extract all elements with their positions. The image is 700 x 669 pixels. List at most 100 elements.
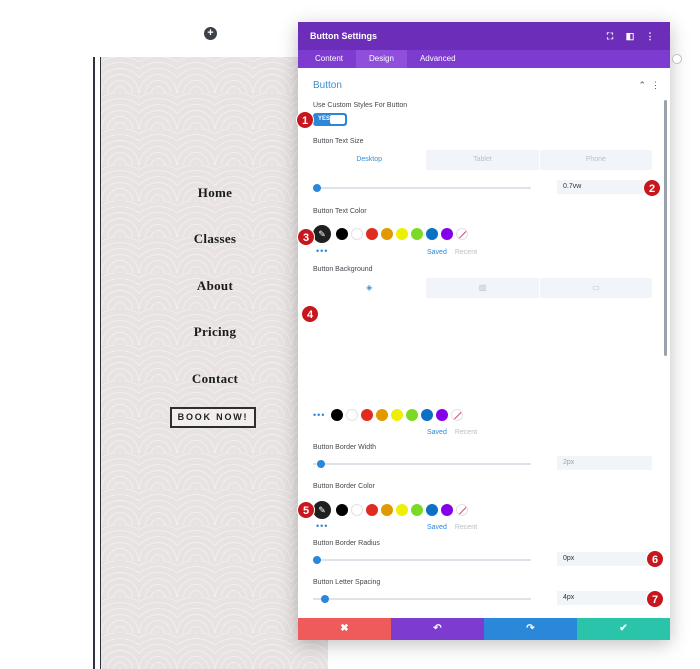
tab-advanced[interactable]: Advanced <box>407 50 469 68</box>
section-title[interactable]: Button <box>313 80 342 91</box>
swatch-black[interactable] <box>336 228 348 240</box>
border-radius-slider[interactable] <box>313 556 531 564</box>
slider-thumb[interactable] <box>321 595 329 603</box>
background-image-icon[interactable]: ▭ <box>538 278 652 298</box>
modal-tabs: Content Design Advanced <box>298 50 670 68</box>
swatch-red[interactable] <box>366 228 378 240</box>
tab-design[interactable]: Design <box>356 50 407 68</box>
swatch-yellow[interactable] <box>396 228 408 240</box>
device-tab-tablet[interactable]: Tablet <box>425 150 538 170</box>
slider-thumb[interactable] <box>313 556 321 564</box>
drag-handle-icon[interactable] <box>672 54 682 64</box>
border-width-input[interactable]: 2px <box>557 456 652 470</box>
callout-badge: 3 <box>297 228 315 246</box>
nav-item-about[interactable]: About <box>110 278 320 294</box>
swatch-black[interactable] <box>331 409 344 421</box>
palette-tabs: Saved Recent <box>427 249 477 256</box>
swatch-yellow[interactable] <box>391 409 404 421</box>
save-check-icon[interactable]: ✔ <box>577 618 670 640</box>
nav-item-pricing[interactable]: Pricing <box>110 324 320 340</box>
background-gradient-icon[interactable]: ▨ <box>425 278 538 298</box>
swatch-yellow[interactable] <box>396 504 408 516</box>
swatch-white[interactable] <box>351 228 363 240</box>
swatch-black[interactable] <box>336 504 348 516</box>
callout-badge: 1 <box>296 111 314 129</box>
border-width-slider[interactable] <box>313 460 531 468</box>
swatch-white[interactable] <box>346 409 359 421</box>
slider-thumb[interactable] <box>313 184 321 192</box>
swatch-blue[interactable] <box>426 228 438 240</box>
fullscreen-icon[interactable]: ⛶ <box>602 31 618 42</box>
border-color-swatches: ✎ <box>313 501 471 519</box>
swatch-purple[interactable] <box>436 409 449 421</box>
scrollbar[interactable] <box>664 100 667 356</box>
book-now-button[interactable]: BOOK NOW! <box>170 407 256 428</box>
more-colors-icon[interactable]: ••• <box>316 246 328 256</box>
custom-styles-toggle[interactable]: YES <box>313 113 347 126</box>
text-color-swatches: ✎ <box>313 225 471 243</box>
swatch-orange[interactable] <box>381 228 393 240</box>
nav-item-contact[interactable]: Contact <box>110 371 320 387</box>
tab-content[interactable]: Content <box>302 50 356 68</box>
sidebar-icon[interactable]: ◧ <box>622 31 638 42</box>
recent-tab[interactable]: Recent <box>455 429 477 436</box>
recent-tab[interactable]: Recent <box>455 524 477 531</box>
border-radius-label: Button Border Radius <box>313 540 380 547</box>
text-size-slider[interactable] <box>313 184 531 192</box>
saved-tab[interactable]: Saved <box>427 249 447 256</box>
swatch-green[interactable] <box>411 504 423 516</box>
nav-item-classes[interactable]: Classes <box>110 231 320 247</box>
callout-badge: 7 <box>646 590 664 608</box>
section-controls[interactable]: ⌃ ⋮ <box>638 80 660 91</box>
more-colors-icon[interactable]: ••• <box>316 521 328 531</box>
redo-icon[interactable]: ↷ <box>484 618 577 640</box>
swatch-orange[interactable] <box>381 504 393 516</box>
background-color-swatches: ••• <box>313 406 466 424</box>
nav-item-home[interactable]: Home <box>110 185 320 201</box>
recent-tab[interactable]: Recent <box>455 249 477 256</box>
modal-footer: ✖ ↶ ↷ ✔ <box>298 618 670 640</box>
swatch-orange[interactable] <box>376 409 389 421</box>
custom-styles-label: Use Custom Styles For Button <box>313 102 408 109</box>
text-color-label: Button Text Color <box>313 208 367 215</box>
background-type-tabs: ◈ ▨ ▭ <box>313 278 652 298</box>
eyedropper-icon[interactable]: ✎ <box>313 501 331 519</box>
section-more-icon[interactable]: ⋮ <box>651 80 660 90</box>
swatch-none-icon[interactable] <box>456 504 468 516</box>
swatch-purple[interactable] <box>441 504 453 516</box>
saved-tab[interactable]: Saved <box>427 429 447 436</box>
background-color-icon[interactable]: ◈ <box>313 278 426 298</box>
border-radius-input[interactable]: 0px <box>557 552 652 566</box>
swatch-red[interactable] <box>361 409 374 421</box>
add-module-plus-icon[interactable]: + <box>204 27 217 40</box>
eyedropper-icon[interactable]: ✎ <box>313 225 331 243</box>
collapse-chevron-icon[interactable]: ⌃ <box>638 80 646 90</box>
text-size-label: Button Text Size <box>313 138 364 145</box>
more-icon[interactable]: ⋮ <box>642 31 658 42</box>
swatch-white[interactable] <box>351 504 363 516</box>
letter-spacing-slider[interactable] <box>313 595 531 603</box>
slider-thumb[interactable] <box>317 460 325 468</box>
swatch-none-icon[interactable] <box>456 228 468 240</box>
callout-badge: 6 <box>646 550 664 568</box>
button-settings-modal: Button Settings ⛶ ◧ ⋮ Content Design Adv… <box>298 22 670 640</box>
saved-tab[interactable]: Saved <box>427 524 447 531</box>
background-label: Button Background <box>313 266 373 273</box>
text-size-input[interactable]: 0.7vw <box>557 180 652 194</box>
cancel-icon[interactable]: ✖ <box>298 618 391 640</box>
swatch-none-icon[interactable] <box>451 409 464 421</box>
undo-icon[interactable]: ↶ <box>391 618 484 640</box>
swatch-red[interactable] <box>366 504 378 516</box>
callout-badge: 5 <box>297 501 315 519</box>
swatch-green[interactable] <box>411 228 423 240</box>
device-tab-phone[interactable]: Phone <box>538 150 652 170</box>
swatch-purple[interactable] <box>441 228 453 240</box>
swatch-blue[interactable] <box>426 504 438 516</box>
border-color-label: Button Border Color <box>313 483 375 490</box>
swatch-blue[interactable] <box>421 409 434 421</box>
callout-badge: 2 <box>643 179 661 197</box>
swatch-green[interactable] <box>406 409 419 421</box>
letter-spacing-input[interactable]: 4px <box>557 591 652 605</box>
more-colors-icon[interactable]: ••• <box>313 410 325 420</box>
device-tab-desktop[interactable]: Desktop <box>313 150 426 170</box>
